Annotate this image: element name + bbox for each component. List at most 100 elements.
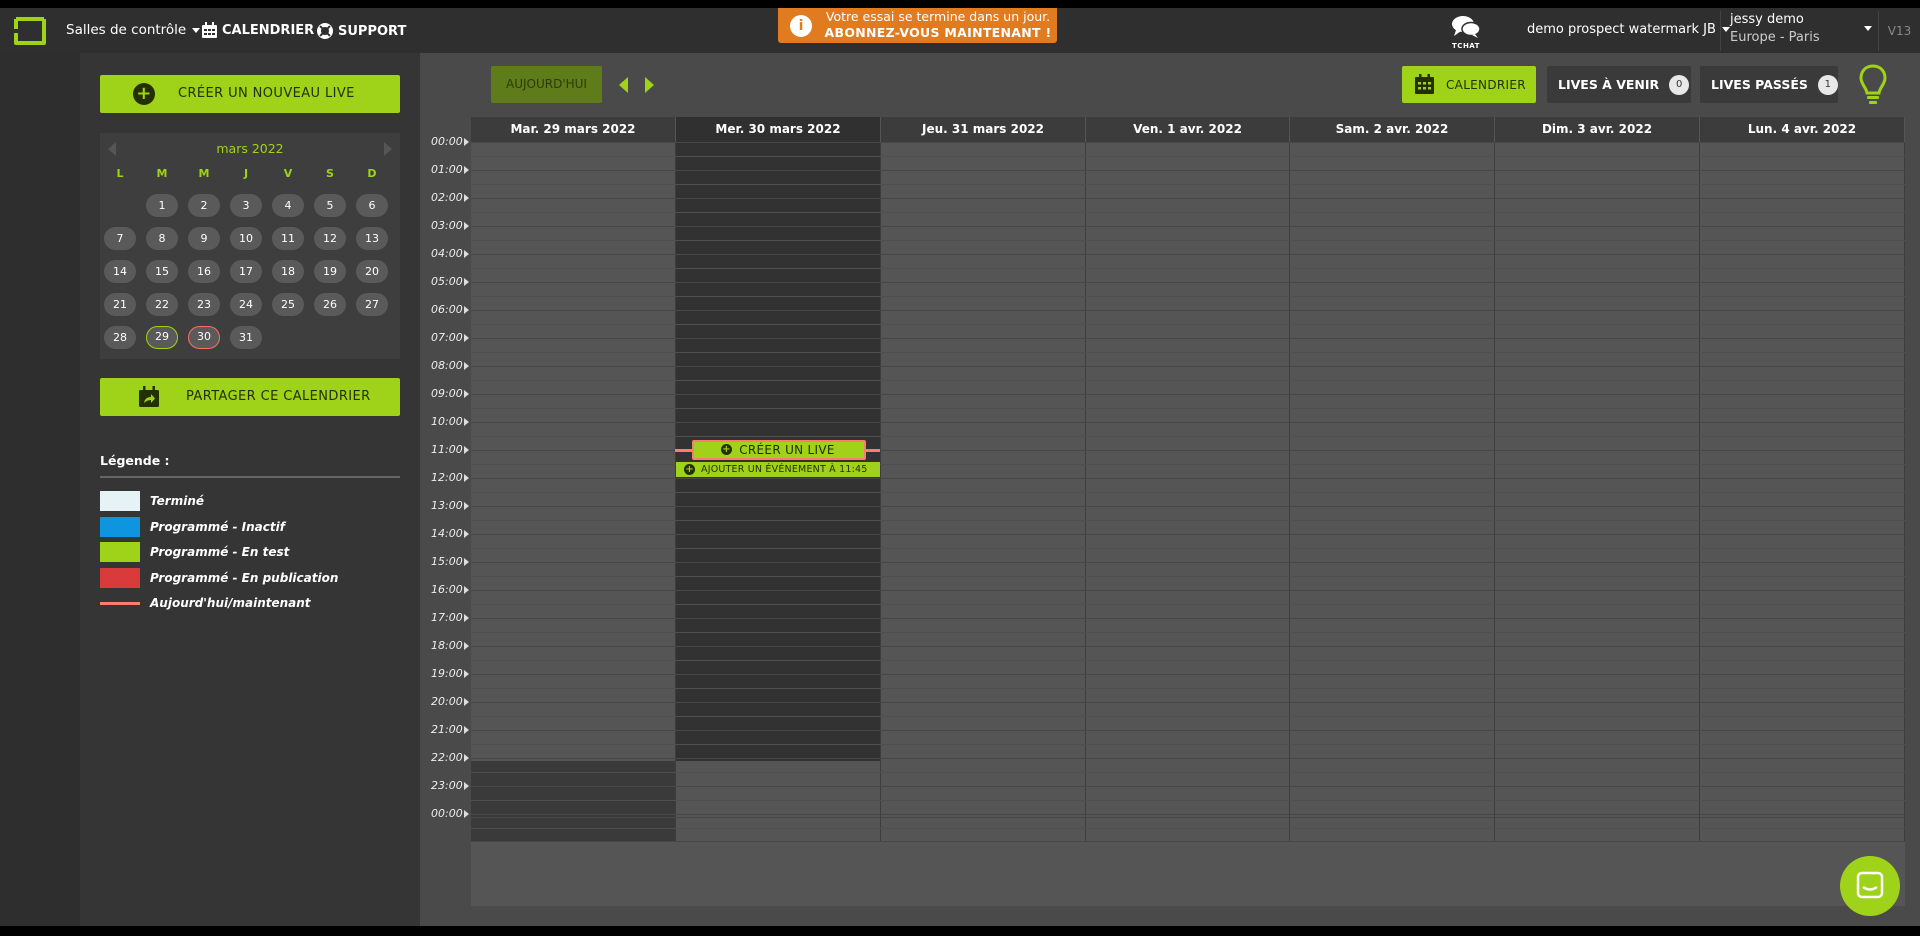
hour-line — [471, 478, 1905, 479]
mini-calendar-day[interactable]: 25 — [272, 293, 304, 316]
half-hour-line — [471, 380, 1905, 381]
mini-calendar-day[interactable]: 15 — [146, 260, 178, 283]
mini-calendar-day[interactable]: 1 — [146, 194, 178, 217]
chat-button[interactable]: TCHAT — [1446, 14, 1486, 50]
today-button[interactable]: AUJOURD'HUI — [491, 66, 602, 103]
calendar-nav-link[interactable]: CALENDRIER — [201, 22, 314, 39]
chevron-down-icon — [192, 27, 201, 33]
mini-calendar-day[interactable]: 12 — [314, 227, 346, 250]
day-column[interactable] — [1495, 142, 1700, 761]
create-live-slot-button[interactable]: + CRÉER UN LIVE — [692, 440, 866, 460]
half-hour-line — [471, 828, 1905, 829]
mini-calendar-day[interactable]: 18 — [272, 260, 304, 283]
day-column-overflow[interactable] — [1700, 761, 1905, 842]
mini-calendar-day[interactable]: 22 — [146, 293, 178, 316]
hour-label: 17:00 — [431, 611, 471, 624]
weekday-header: V — [283, 167, 293, 180]
day-header[interactable]: Lun. 4 avr. 2022 — [1700, 117, 1905, 142]
day-column-overflow[interactable] — [1086, 761, 1290, 842]
day-header[interactable]: Ven. 1 avr. 2022 — [1086, 117, 1290, 142]
legend-item: Programmé - En test — [100, 542, 289, 562]
mini-calendar-day[interactable]: 7 — [104, 227, 136, 250]
support-chat-button[interactable] — [1840, 856, 1900, 916]
day-column-overflow[interactable] — [676, 761, 881, 842]
logo-icon[interactable] — [12, 16, 48, 46]
day-column[interactable] — [1290, 142, 1495, 761]
mini-calendar-day[interactable]: 16 — [188, 260, 220, 283]
day-header[interactable]: Mer. 30 mars 2022 — [676, 117, 881, 142]
hour-line — [471, 198, 1905, 199]
day-column-overflow[interactable] — [1495, 761, 1700, 842]
control-rooms-menu[interactable]: Salles de contrôle — [66, 22, 201, 38]
hour-label-text: 12:00 — [431, 471, 463, 484]
legend-label: Programmé - En test — [150, 545, 290, 559]
mini-calendar-day[interactable]: 9 — [188, 227, 220, 250]
hour-label-text: 00:00 — [431, 807, 463, 820]
past-lives-button[interactable]: LIVES PASSÉS 1 — [1700, 66, 1838, 103]
hour-line — [471, 282, 1905, 283]
trial-banner[interactable]: i Votre essai se termine dans un jour. A… — [778, 8, 1057, 43]
legend-item: Terminé — [100, 491, 204, 511]
mini-calendar-day[interactable]: 14 — [104, 260, 136, 283]
hour-label-text: 23:00 — [431, 779, 463, 792]
hour-line — [471, 817, 1905, 818]
mini-calendar-day[interactable]: 26 — [314, 293, 346, 316]
mini-calendar-day[interactable]: 21 — [104, 293, 136, 316]
mini-calendar-day[interactable]: 23 — [188, 293, 220, 316]
next-week-icon[interactable] — [645, 77, 654, 93]
weekday-header: L — [116, 167, 124, 180]
day-column[interactable] — [881, 142, 1086, 761]
hour-line — [471, 506, 1905, 507]
mini-calendar-month: mars 2022 — [216, 141, 284, 156]
mini-calendar-day[interactable]: 17 — [230, 260, 262, 283]
mini-calendar-day[interactable]: 13 — [356, 227, 388, 250]
day-column-overflow[interactable] — [471, 761, 676, 842]
mini-calendar-day[interactable]: 11 — [272, 227, 304, 250]
account-menu[interactable]: demo prospect watermark JB — [1527, 22, 1730, 37]
add-event-button[interactable]: + AJOUTER UN ÉVÉNEMENT À 11:45 — [676, 462, 880, 477]
hour-label: 09:00 — [431, 387, 471, 400]
mini-calendar-day[interactable]: 10 — [230, 227, 262, 250]
mini-calendar-day[interactable]: 2 — [188, 194, 220, 217]
add-event-label: AJOUTER UN ÉVÉNEMENT À 11:45 — [701, 464, 868, 475]
mini-calendar-day[interactable]: 8 — [146, 227, 178, 250]
mini-calendar-day[interactable]: 19 — [314, 260, 346, 283]
create-new-live-button[interactable]: + CRÉER UN NOUVEAU LIVE — [100, 75, 400, 113]
share-calendar-button[interactable]: PARTAGER CE CALENDRIER — [100, 378, 400, 416]
mini-calendar-day[interactable]: 30 — [188, 326, 220, 349]
day-column[interactable] — [1700, 142, 1905, 761]
upcoming-lives-button[interactable]: LIVES À VENIR 0 — [1547, 66, 1691, 103]
mini-calendar-day[interactable]: 29 — [146, 326, 178, 349]
hour-label: 07:00 — [431, 331, 471, 344]
day-column[interactable] — [471, 142, 676, 761]
chevron-down-icon — [1864, 26, 1872, 31]
mini-calendar-day[interactable]: 5 — [314, 194, 346, 217]
mini-calendar-day[interactable]: 24 — [230, 293, 262, 316]
mini-calendar-day[interactable]: 27 — [356, 293, 388, 316]
mini-calendar-day[interactable]: 6 — [356, 194, 388, 217]
lightbulb-icon[interactable] — [1858, 63, 1888, 105]
day-column-overflow[interactable] — [1290, 761, 1495, 842]
lifebuoy-icon — [317, 23, 333, 39]
calendar-view-button[interactable]: CALENDRIER — [1402, 66, 1536, 103]
mini-calendar-day[interactable]: 3 — [230, 194, 262, 217]
mini-calendar-day[interactable]: 4 — [272, 194, 304, 217]
day-column[interactable] — [1086, 142, 1290, 761]
hour-line — [471, 814, 1905, 815]
day-header[interactable]: Jeu. 31 mars 2022 — [881, 117, 1086, 142]
mini-calendar-day[interactable]: 31 — [230, 326, 262, 349]
subscribe-link[interactable]: ABONNEZ-VOUS MAINTENANT ! — [822, 25, 1054, 41]
day-column-overflow[interactable] — [881, 761, 1086, 842]
previous-week-icon[interactable] — [619, 77, 628, 93]
mini-calendar-day[interactable]: 20 — [356, 260, 388, 283]
user-menu[interactable]: jessy demo Europe - Paris — [1720, 11, 1878, 51]
day-header[interactable]: Mar. 29 mars 2022 — [471, 117, 676, 142]
day-header[interactable]: Dim. 3 avr. 2022 — [1495, 117, 1700, 142]
hour-line — [471, 702, 1905, 703]
hour-line — [471, 590, 1905, 591]
legend-item: Programmé - Inactif — [100, 516, 285, 537]
mini-calendar-day[interactable]: 28 — [104, 326, 136, 349]
legend-label: Programmé - En publication — [150, 570, 339, 585]
support-nav-link[interactable]: SUPPORT — [316, 22, 406, 40]
day-header[interactable]: Sam. 2 avr. 2022 — [1290, 117, 1495, 142]
